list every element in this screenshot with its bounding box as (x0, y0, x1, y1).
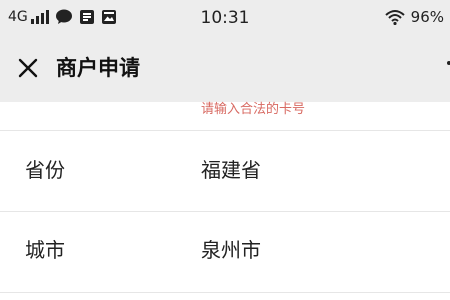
close-icon[interactable] (14, 54, 42, 82)
more-icon[interactable] (446, 60, 450, 74)
city-label: 城市 (25, 238, 65, 262)
province-label: 省份 (25, 158, 65, 182)
province-value[interactable]: 福建省 (201, 158, 261, 182)
status-right: 96% (384, 8, 444, 26)
card-number-error: 请输入合法的卡号 (201, 102, 306, 117)
city-row[interactable]: 城市 泉州市 (0, 212, 450, 292)
battery-level: 96% (410, 8, 444, 26)
navigation-bar: 商户申请 (0, 46, 450, 90)
status-time: 10:31 (200, 8, 250, 28)
status-bar: 4G 10:31 96% (0, 0, 450, 36)
card-number-row[interactable]: 请输入合法的卡号 (0, 102, 450, 130)
page-title: 商户申请 (56, 56, 140, 80)
wifi-icon (384, 10, 405, 25)
row-divider (0, 292, 450, 293)
city-value[interactable]: 泉州市 (201, 238, 261, 262)
province-row[interactable]: 省份 福建省 (0, 131, 450, 211)
